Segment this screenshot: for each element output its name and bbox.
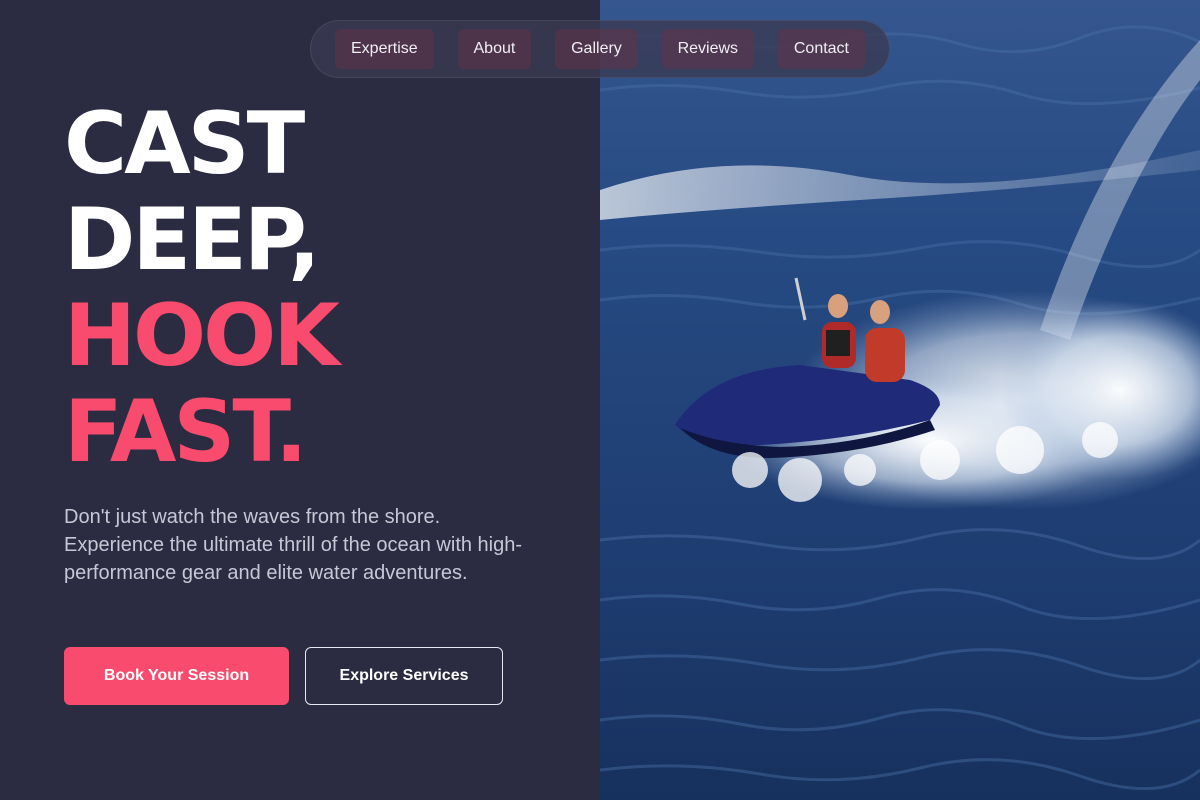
hero-lead-text: Don't just watch the waves from the shor…: [64, 506, 523, 584]
nav-item-expertise[interactable]: Expertise: [335, 29, 434, 69]
hero-headline: CAST DEEP, HOOK FAST.: [64, 94, 340, 482]
jet-ski-riders-image: [600, 0, 1200, 800]
headline-line-3: HOOK: [64, 286, 340, 386]
book-session-button[interactable]: Book Your Session: [64, 647, 289, 705]
nav-item-contact[interactable]: Contact: [777, 29, 865, 69]
explore-services-button[interactable]: Explore Services: [305, 647, 503, 705]
ocean-scene: [600, 0, 1200, 800]
top-nav: Expertise About Gallery Reviews Contact: [310, 20, 890, 78]
nav-item-reviews[interactable]: Reviews: [661, 29, 755, 69]
nav-item-gallery[interactable]: Gallery: [555, 29, 638, 69]
headline-line-1: CAST: [64, 94, 305, 194]
headline-line-4: FAST.: [64, 382, 308, 482]
headline-line-2: DEEP,: [64, 190, 321, 290]
nav-item-about[interactable]: About: [457, 29, 532, 69]
